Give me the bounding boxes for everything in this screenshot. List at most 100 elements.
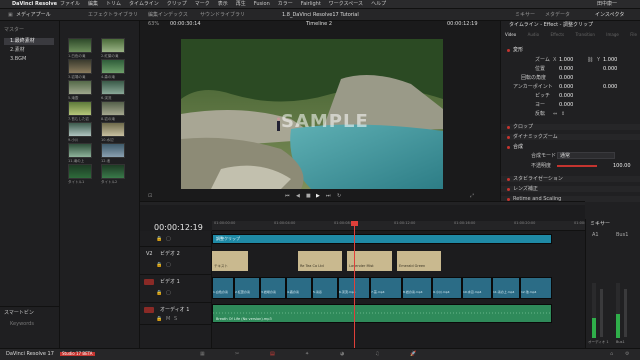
section-transform[interactable]: 変形: [501, 47, 640, 53]
media-pool-icon[interactable]: ▣: [8, 13, 13, 18]
menu-fairlight[interactable]: Fairlight: [301, 2, 321, 7]
track-lock-icon[interactable]: 🔒: [156, 291, 162, 296]
track-name[interactable]: ビデオ 2: [160, 252, 180, 257]
clip-thumb[interactable]: [101, 122, 125, 137]
page-cut-icon[interactable]: ✂: [235, 352, 239, 357]
video-clip[interactable]: 1.白色の滝: [212, 277, 234, 299]
section-lens-correction[interactable]: レンズ補正: [501, 186, 640, 192]
enable-dot[interactable]: [507, 187, 510, 191]
title-clip[interactable]: Emerald Green: [397, 251, 441, 271]
clip-thumb[interactable]: [68, 122, 92, 137]
adjustment-clip[interactable]: 調整クリップ: [212, 234, 552, 244]
enable-dot[interactable]: [507, 177, 510, 181]
track-target-v1[interactable]: [144, 279, 154, 285]
timeline-ruler[interactable]: 01:00:00:00 01:00:04:00 01:00:08:00 01:0…: [212, 221, 595, 231]
yaw-value[interactable]: 0.000: [559, 103, 573, 108]
video-clip[interactable]: 9.小川.mp4: [432, 277, 462, 299]
effects-button[interactable]: エフェクトライブラリ: [88, 13, 138, 18]
anchor-x-value[interactable]: 0.000: [559, 85, 573, 90]
video-clip[interactable]: 2.紅葉の滝: [234, 277, 260, 299]
bin-final[interactable]: 1.最終素材: [10, 39, 35, 44]
smart-bins-header[interactable]: スマートビン: [4, 311, 34, 316]
viewer-options-icon[interactable]: ⊡: [148, 194, 152, 199]
anchor-y-value[interactable]: 0.000: [603, 85, 617, 90]
flip-h-icon[interactable]: ⇔: [553, 112, 557, 117]
clip-thumb[interactable]: [68, 80, 92, 95]
opacity-slider[interactable]: [557, 165, 597, 167]
track-name[interactable]: ビデオ 1: [160, 280, 180, 285]
rotation-value[interactable]: 0.000: [559, 76, 573, 81]
enable-dot[interactable]: [507, 48, 510, 52]
enable-dot[interactable]: [507, 135, 510, 139]
first-frame-icon[interactable]: ⏮: [285, 194, 290, 199]
menu-workspace[interactable]: ワークスペース: [329, 2, 363, 7]
keywords-bin[interactable]: Keywords: [10, 322, 34, 327]
enable-dot[interactable]: [507, 125, 510, 129]
tab-video[interactable]: Video: [505, 33, 516, 37]
section-composite[interactable]: 合成: [501, 144, 640, 150]
menu-clip[interactable]: クリップ: [167, 2, 187, 7]
clip-thumb[interactable]: [101, 101, 125, 116]
track-lock-icon[interactable]: 🔒: [156, 237, 162, 242]
video-clip[interactable]: 10.水辺.mp4: [462, 277, 492, 299]
tab-transition[interactable]: Transition: [576, 33, 595, 37]
timeline-name[interactable]: Timeline 2: [306, 22, 332, 27]
tab-audio[interactable]: Audio: [528, 33, 539, 37]
playhead[interactable]: [354, 221, 355, 348]
clip-thumb[interactable]: [101, 80, 125, 95]
zoom-x-value[interactable]: 1.000: [559, 58, 573, 63]
last-frame-icon[interactable]: ⏭: [326, 194, 331, 199]
position-x-value[interactable]: 0.000: [559, 67, 573, 72]
video-clip[interactable]: 12.池.mp4: [520, 277, 552, 299]
video-clip[interactable]: 8.岩の滝.mp4: [402, 277, 432, 299]
fader-a1[interactable]: [600, 289, 603, 337]
flip-v-icon[interactable]: ⇕: [561, 112, 565, 117]
master-bin-header[interactable]: マスター: [4, 28, 24, 33]
edit-index-button[interactable]: 編集インデックス: [148, 13, 188, 18]
menu-file[interactable]: ファイル: [60, 2, 80, 7]
user-name[interactable]: 田中康一: [597, 2, 617, 7]
inspector-button[interactable]: インスペクタ: [595, 13, 624, 18]
clip-thumb[interactable]: [101, 38, 125, 53]
media-pool-button[interactable]: メディアプール: [16, 13, 51, 18]
section-crop[interactable]: クロップ: [501, 124, 640, 130]
menu-mark[interactable]: マーク: [195, 2, 210, 7]
page-deliver-icon[interactable]: 🚀: [410, 352, 416, 357]
zoom-y-value[interactable]: 1.000: [603, 58, 617, 63]
track-name[interactable]: オーディオ 1: [160, 308, 189, 313]
position-y-value[interactable]: 0.000: [603, 67, 617, 72]
menu-color[interactable]: カラー: [278, 2, 293, 7]
video-clip[interactable]: 5.滝壺: [312, 277, 338, 299]
section-dynamic-zoom[interactable]: ダイナミックズーム: [501, 134, 640, 140]
audio-clip[interactable]: Breath Of Life (No version).mp3: [212, 304, 552, 323]
reverse-icon[interactable]: ◀: [296, 194, 300, 199]
clip-thumb[interactable]: [68, 59, 92, 74]
menu-fusion[interactable]: Fusion: [254, 2, 270, 7]
page-fairlight-icon[interactable]: ♫: [375, 352, 379, 357]
sound-library-button[interactable]: サウンドライブラリ: [200, 13, 245, 18]
fullscreen-icon[interactable]: ⤢: [470, 194, 474, 199]
track-lock-icon[interactable]: 🔒: [156, 317, 162, 322]
composite-mode-select[interactable]: 通常: [557, 152, 615, 159]
tab-file[interactable]: File: [630, 33, 637, 37]
track-lock-icon[interactable]: 🔒: [156, 263, 162, 268]
menu-edit[interactable]: 編集: [88, 2, 98, 7]
bin-material[interactable]: 2.素材: [10, 48, 25, 53]
track-enable-icon[interactable]: ▢: [166, 291, 171, 296]
menu-view[interactable]: 表示: [218, 2, 228, 7]
settings-icon[interactable]: ⚙: [625, 352, 629, 357]
menu-playback[interactable]: 再生: [236, 2, 246, 7]
clip-thumb[interactable]: [101, 164, 125, 179]
zoom-level[interactable]: 63%: [148, 22, 159, 27]
fader-bus1[interactable]: [624, 289, 627, 337]
page-edit-icon[interactable]: ▤: [270, 352, 275, 357]
video-clip[interactable]: 7.苔.mp4: [370, 277, 402, 299]
playhead-handle[interactable]: [351, 221, 358, 226]
video-frame[interactable]: SAMPLE: [181, 39, 443, 189]
video-clip[interactable]: 3.岩場の滝: [260, 277, 286, 299]
mixer-button[interactable]: ミキサー: [515, 13, 535, 18]
clip-thumb[interactable]: [68, 101, 92, 116]
track-target-a1[interactable]: [144, 307, 154, 313]
clip-thumb[interactable]: [68, 38, 92, 53]
menu-timeline[interactable]: タイムライン: [129, 2, 159, 7]
